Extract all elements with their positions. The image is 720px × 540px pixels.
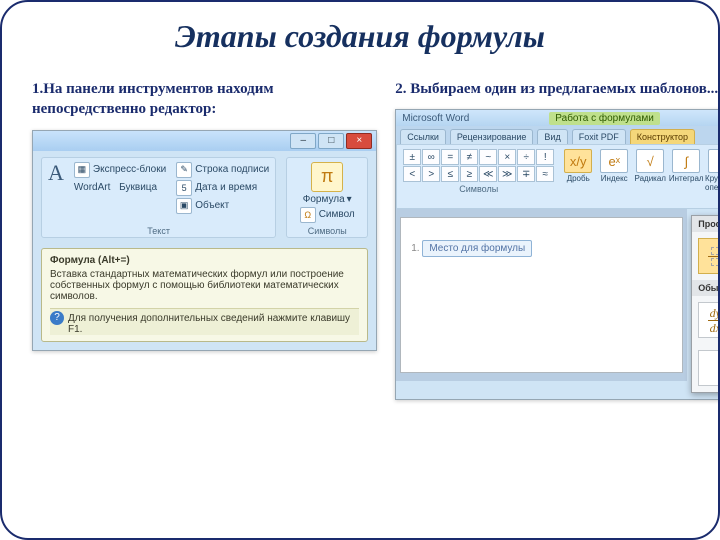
struct-fraction[interactable]: x/yДробь [562,149,594,183]
structures-gallery: x/yДробь eˣИндекс √Радикал ∫Интеграл ΣКр… [562,149,720,194]
wordart-button[interactable]: WordArt Буквица [74,182,166,193]
window-titlebar: – □ × [33,131,376,151]
tab-review[interactable]: Рецензирование [450,129,534,144]
sym[interactable]: < [403,166,421,182]
sym[interactable]: ≪ [479,166,497,182]
tab-design[interactable]: Конструктор [630,129,695,144]
symbol-button[interactable]: ΩСимвол [300,207,355,223]
quickparts-button[interactable]: ▦Экспресс-блоки [74,162,166,178]
group-text-label: Текст [42,226,275,236]
slide-title: Этапы создания формулы [32,18,688,55]
struct-integral[interactable]: ∫Интеграл [670,149,702,183]
doc-and-dropdown: 1. Место для формулы Простая дробь / ∕ О… [396,209,720,399]
sym[interactable]: ! [536,149,554,165]
screenshot-1: – □ × A ▦Экспресс-блоки WordArt Буквица [32,130,377,351]
contextual-tab-title: Работа с формулами [549,112,660,125]
tooltip-title: Формула (Alt+=) [50,255,359,266]
maximize-button[interactable]: □ [318,133,344,149]
group-symbols: π Формула▾ ΩСимвол Символы [286,157,368,238]
struct-radical[interactable]: √Радикал [634,149,666,183]
document-area: 1. Место для формулы [396,209,687,381]
minimize-button[interactable]: – [290,133,316,149]
ribbon-design: ± ∞ = ≠ ~ × ÷ ! < > ≤ ≥ ≪ [396,144,720,209]
frac-pi2[interactable]: π2 [698,350,720,386]
slide: Этапы создания формулы 1.На панели инстр… [0,0,720,540]
frac-dydx[interactable]: dydx [698,302,720,338]
tab-foxit[interactable]: Foxit PDF [572,129,626,144]
symbol-group-label: Символы [403,184,554,194]
struct-script[interactable]: eˣИндекс [598,149,630,183]
textbox-button[interactable]: A [48,162,64,184]
columns: 1.На панели инструментов находим непосре… [32,79,688,400]
sym[interactable]: ∞ [422,149,440,165]
step-2: 2. Выбираем один из предлагаемых шаблоно… [395,79,720,400]
app-name: Microsoft Word [402,113,469,124]
ribbon: A ▦Экспресс-блоки WordArt Буквица ✎Строк… [33,151,376,240]
close-button[interactable]: × [346,133,372,149]
tooltip-hint: Для получения дополнительных сведений на… [50,308,359,335]
sym[interactable]: ∓ [517,166,535,182]
document-page: 1. Место для формулы [400,217,683,373]
fraction-dropdown: Простая дробь / ∕ Обычная простая дробь … [691,215,720,393]
group-symbols-label: Символы [287,226,367,236]
equation-placeholder[interactable]: Место для формулы [422,240,532,257]
screenshot-2: Microsoft Word Работа с формулами Ссылки… [395,109,720,400]
step-1: 1.На панели инструментов находим непосре… [32,79,377,400]
formula-button[interactable]: Формула▾ [303,194,352,205]
sym[interactable]: ~ [479,149,497,165]
dd-section-simple: Простая дробь [692,216,720,232]
object-button[interactable]: ▣Объект [176,198,269,214]
dd-section-common: Обычная простая дробь [692,280,720,296]
sym[interactable]: ≈ [536,166,554,182]
app-titlebar: Microsoft Word Работа с формулами [396,110,720,126]
sym[interactable]: > [422,166,440,182]
frac-template-stacked[interactable] [698,238,720,274]
step1-caption: 1.На панели инструментов находим непосре… [32,79,377,120]
sym[interactable]: ≫ [498,166,516,182]
sym[interactable]: ≥ [460,166,478,182]
ribbon-tabs: Ссылки Рецензирование Вид Foxit PDF Конс… [396,126,720,144]
sym[interactable]: ± [403,149,421,165]
step2-caption: 2. Выбираем один из предлагаемых шаблоно… [395,79,720,99]
struct-large-op[interactable]: ΣКрупный оператор [706,149,720,192]
sym[interactable]: = [441,149,459,165]
sym[interactable]: ÷ [517,149,535,165]
signature-line-button[interactable]: ✎Строка подписи [176,162,269,178]
sym[interactable]: × [498,149,516,165]
sym[interactable]: ≠ [460,149,478,165]
sym[interactable]: ≤ [441,166,459,182]
tooltip: Формула (Alt+=) Вставка стандартных мате… [41,248,368,342]
datetime-button[interactable]: 5Дата и время [176,180,269,196]
tab-links[interactable]: Ссылки [400,129,446,144]
tooltip-body: Вставка стандартных математических форму… [50,269,359,302]
symbol-gallery[interactable]: ± ∞ = ≠ ~ × ÷ ! < > ≤ ≥ ≪ [403,149,554,194]
pi-icon: π [311,162,343,192]
group-text: A ▦Экспресс-блоки WordArt Буквица ✎Строк… [41,157,276,238]
tab-view[interactable]: Вид [537,129,567,144]
